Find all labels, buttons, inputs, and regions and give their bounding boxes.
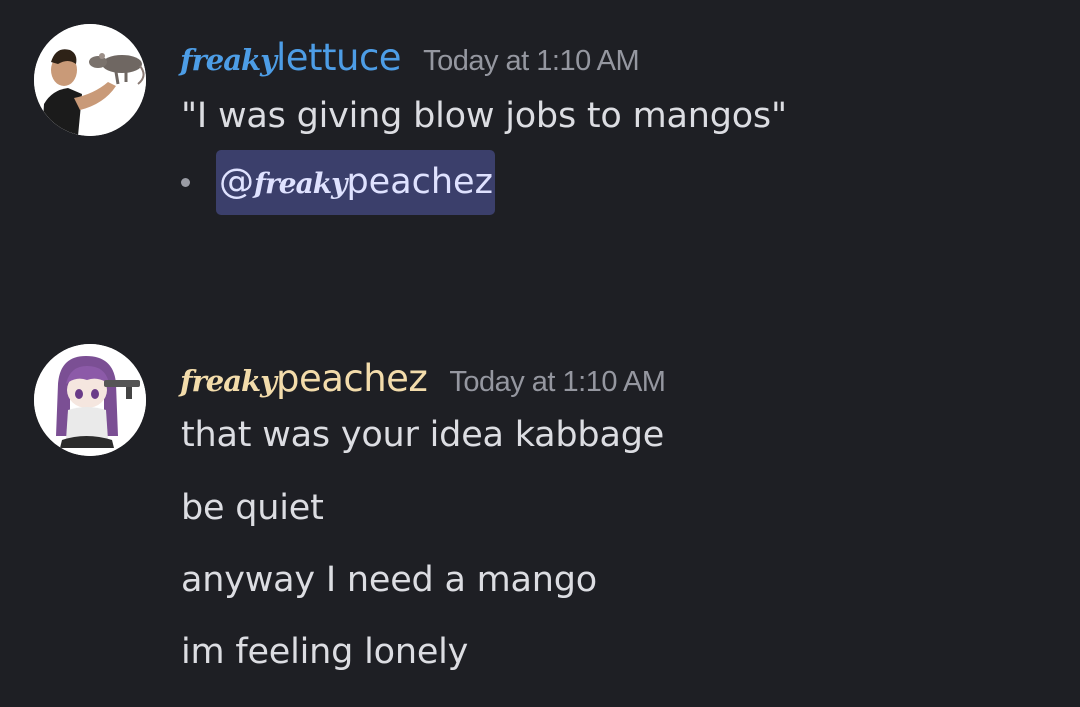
author-name-plain: peachez (275, 357, 428, 400)
message-text: that was your idea kabbage (181, 415, 665, 455)
message-header: freakypeachez Today at 1:10 AM (180, 357, 666, 400)
message-group-freakypeachez: freakypeachez Today at 1:10 AM that was … (0, 0, 1080, 707)
avatar[interactable] (34, 344, 146, 456)
author-name-freakypeachez[interactable]: freakypeachez (180, 357, 428, 400)
plush-doll-avatar-image (34, 344, 146, 456)
message-text: anyway I need a mango (181, 560, 598, 600)
author-name-script: freaky (180, 364, 277, 398)
timestamp: Today at 1:10 AM (449, 366, 666, 398)
chat-messages: freakylettuce Today at 1:10 AM "I was gi… (0, 0, 1080, 707)
message-text: be quiet (181, 488, 324, 528)
message-text: im feeling lonely (181, 632, 469, 672)
